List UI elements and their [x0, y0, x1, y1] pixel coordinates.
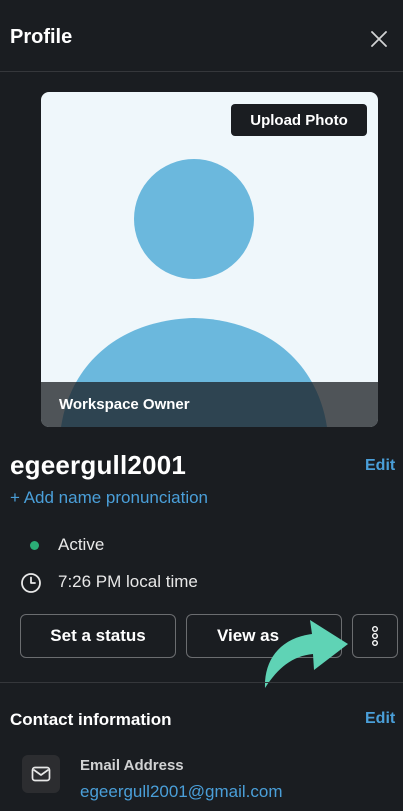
- close-icon: [371, 31, 387, 47]
- set-status-label: Set a status: [50, 626, 146, 645]
- email-icon-box: [22, 755, 60, 793]
- status-text: Active: [58, 535, 105, 554]
- local-time-text: 7:26 PM local time: [58, 572, 198, 591]
- set-status-button[interactable]: Set a status: [20, 614, 176, 658]
- status-row: Active: [10, 534, 104, 556]
- panel-title: Profile: [10, 26, 73, 48]
- section-divider: [0, 682, 403, 683]
- add-pronunciation-link[interactable]: + Add name pronunciation: [10, 488, 208, 508]
- envelope-icon: [31, 766, 51, 782]
- edit-profile-link[interactable]: Edit: [365, 457, 395, 475]
- more-actions-button[interactable]: [352, 614, 398, 658]
- email-address-link[interactable]: egeergull2001@gmail.com: [80, 782, 282, 802]
- more-vertical-icon: [372, 626, 378, 646]
- edit-contact-link[interactable]: Edit: [365, 710, 395, 728]
- display-name: egeergull2001: [10, 450, 187, 480]
- profile-header: Profile: [0, 0, 403, 72]
- profile-photo-card: Upload Photo Workspace Owner: [41, 92, 378, 427]
- clock-icon: [21, 573, 41, 593]
- curved-arrow-icon: [264, 620, 348, 688]
- default-avatar-icon: [61, 159, 327, 427]
- close-button[interactable]: [364, 24, 394, 54]
- contact-info-title: Contact information: [10, 710, 172, 729]
- upload-photo-button[interactable]: Upload Photo: [231, 104, 367, 136]
- role-label: Workspace Owner: [59, 396, 190, 413]
- profile-panel: Profile Upload Photo Workspace Owner ege…: [0, 0, 403, 811]
- role-band: Workspace Owner: [41, 382, 378, 427]
- email-address-label: Email Address: [80, 757, 184, 774]
- active-status-icon: [30, 540, 39, 550]
